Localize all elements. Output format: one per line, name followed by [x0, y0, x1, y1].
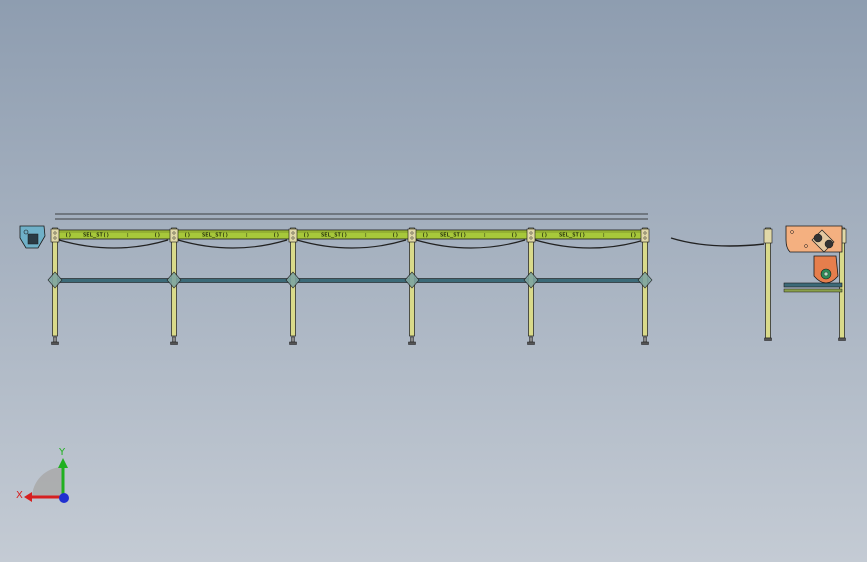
- coordinate-triad: X Y: [16, 447, 69, 503]
- x-axis-label: X: [16, 490, 23, 501]
- y-axis-arrowhead: [58, 458, 68, 468]
- z-axis-dot: [59, 493, 69, 503]
- triad-plane: [32, 467, 63, 498]
- x-axis-arrowhead: [24, 492, 32, 502]
- y-axis-label: Y: [58, 447, 66, 458]
- graphics-viewport[interactable]: SEL_ST()()(): SEL_ST()()(): SEL_ST()()(): S…: [0, 0, 867, 562]
